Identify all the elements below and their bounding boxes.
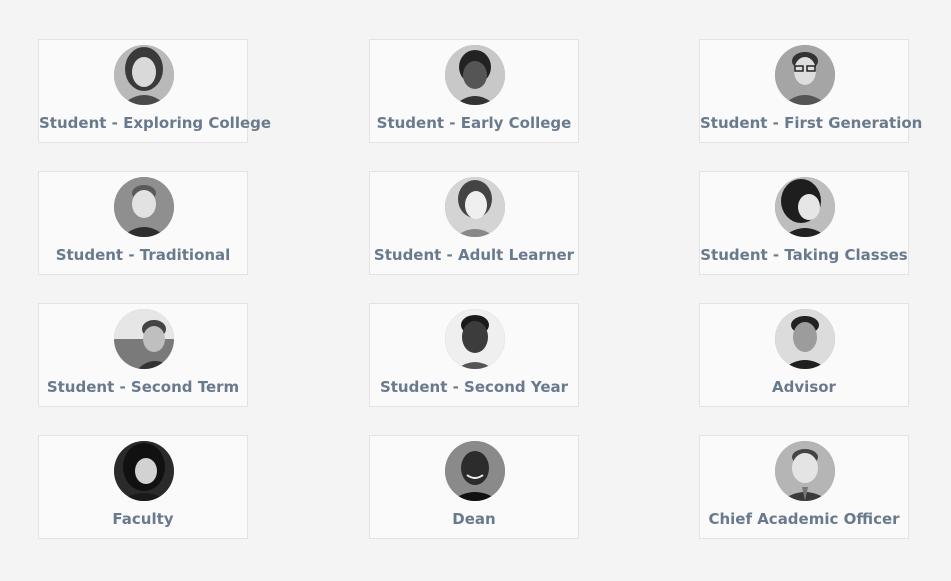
persona-card-student-first-generation[interactable]: Student - First Generation: [699, 39, 923, 143]
persona-label: Advisor: [772, 378, 836, 396]
persona-label: Chief Academic Officer: [708, 510, 900, 528]
persona-label: Student - Adult Learner: [373, 246, 575, 264]
persona-card-student-taking-classes[interactable]: Student - Taking Classes: [699, 171, 909, 275]
man-selfie-portrait-icon: [114, 309, 174, 369]
persona-label: Student - Exploring College: [39, 114, 272, 132]
woman-portrait-icon: [114, 45, 174, 105]
woman-portrait-icon: [445, 177, 505, 237]
woman-short-hair-portrait-icon: [445, 309, 505, 369]
man-portrait-icon: [775, 309, 835, 369]
persona-label: Dean: [452, 510, 496, 528]
smiling-woman-portrait-icon: [775, 177, 835, 237]
persona-card-student-adult-learner[interactable]: Student - Adult Learner: [369, 171, 579, 275]
persona-card-student-traditional[interactable]: Student - Traditional: [38, 171, 248, 275]
persona-label: Student - Second Year: [379, 378, 569, 396]
persona-card-student-exploring-college[interactable]: Student - Exploring College: [38, 39, 272, 143]
persona-card-student-second-term[interactable]: Student - Second Term: [38, 303, 248, 407]
girl-portrait-icon: [445, 45, 505, 105]
persona-label: Faculty: [112, 510, 174, 528]
persona-label: Student - First Generation: [700, 114, 923, 132]
persona-label: Student - Second Term: [46, 378, 240, 396]
young-man-portrait-icon: [114, 177, 174, 237]
man-smiling-portrait-icon: [445, 441, 505, 501]
persona-card-chief-academic-officer[interactable]: Chief Academic Officer: [699, 435, 909, 539]
man-with-glasses-portrait-icon: [775, 45, 835, 105]
persona-card-student-second-year[interactable]: Student - Second Year: [369, 303, 579, 407]
persona-label: Student - Early College: [376, 114, 572, 132]
persona-grid: Student - Exploring College Student - Ea…: [0, 0, 951, 581]
persona-card-advisor[interactable]: Advisor: [699, 303, 909, 407]
persona-card-student-early-college[interactable]: Student - Early College: [369, 39, 579, 143]
persona-label: Student - Traditional: [55, 246, 231, 264]
woman-long-hair-portrait-icon: [114, 441, 174, 501]
persona-card-faculty[interactable]: Faculty: [38, 435, 248, 539]
man-suit-portrait-icon: [775, 441, 835, 501]
persona-card-dean[interactable]: Dean: [369, 435, 579, 539]
persona-label: Student - Taking Classes: [700, 246, 908, 264]
